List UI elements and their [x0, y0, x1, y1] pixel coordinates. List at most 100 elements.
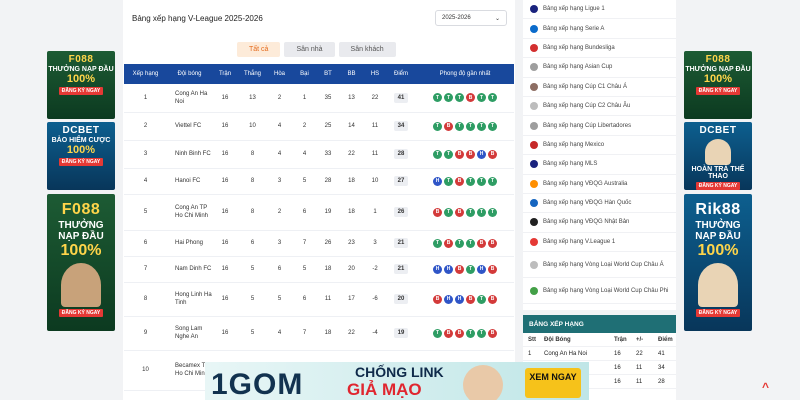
league-link[interactable]: Bảng xếp hạng Asian Cup: [523, 58, 676, 78]
team-cell[interactable]: Hai Phong: [167, 230, 212, 257]
league-link[interactable]: Bảng xếp hạng V.League 1: [523, 233, 676, 253]
form-result-badge: T: [433, 238, 442, 248]
form-result-badge: T: [477, 207, 486, 217]
season-select-value: 2025-2026: [442, 15, 471, 21]
left-ad-1[interactable]: F088 THƯỞNG NẠP ĐẦU 100% ĐĂNG KÝ NGAY: [47, 51, 115, 119]
mini-standings-title: BẢNG XẾP HẠNG: [523, 315, 676, 333]
table-row[interactable]: 4 Hanoi FC 16 8 3 5 28 18 10 27 H T B T T T: [124, 168, 514, 195]
mini-cell-gd: 11: [636, 364, 643, 371]
standings-table: Xếp hạng Đội bóng Trận Thắng Hòa Bại BT …: [124, 64, 514, 391]
form-result-badge: H: [433, 264, 442, 274]
gf-cell: 33: [317, 140, 339, 169]
table-row[interactable]: 6 Hai Phong 16 6 3 7 26 23 3 21 T B T T B B: [124, 230, 514, 257]
team-cell[interactable]: Song Lam Nghe An: [167, 316, 212, 351]
table-row[interactable]: 9 Song Lam Nghe An 16 5 4 7 18 22 -4 19 T B B T T B: [124, 316, 514, 351]
ad-percent: 100%: [703, 73, 733, 85]
form-result-badge: B: [444, 238, 453, 248]
form-result-badge: B: [433, 207, 442, 217]
ad-cta[interactable]: ĐĂNG KÝ NGAY: [695, 182, 741, 190]
league-link-label: Bảng xếp hạng VĐQG Hàn Quốc: [543, 200, 632, 207]
table-row[interactable]: 1 Cong An Ha Noi 16 13 2 1 35 13 22 41 T T T B T T: [124, 84, 514, 113]
league-link[interactable]: Bảng xếp hạng VĐQG Nhật Bản: [523, 213, 676, 233]
form-result-badge: B: [488, 238, 497, 248]
ad-cta[interactable]: ĐĂNG KÝ NGAY: [58, 87, 104, 95]
mini-table-row[interactable]: 1 Cong An Ha Noi 16 22 41: [523, 347, 676, 361]
league-link[interactable]: Bảng xếp hạng VĐQG Hàn Quốc: [523, 194, 676, 214]
league-logo-icon: [530, 160, 538, 169]
mini-col-gd: +/-: [636, 336, 644, 343]
left-ad-2[interactable]: DCBET BẢO HIỂM CƯỢC 100% ĐĂNG KÝ NGAY: [47, 122, 115, 190]
played-cell: 16: [212, 84, 238, 113]
tab-all[interactable]: Tất cả: [237, 42, 281, 57]
table-row[interactable]: 5 Cong An TP Ho Chi Minh 16 8 2 6 19 18 1 26 B T B T T…: [124, 194, 514, 231]
form-result-badge: T: [455, 93, 464, 103]
team-cell[interactable]: Ninh Binh FC: [167, 140, 212, 169]
league-link[interactable]: Bảng xếp hạng VĐQG Australia: [523, 175, 676, 194]
ad-percent: 100%: [66, 73, 96, 85]
league-logo-icon: [530, 82, 538, 91]
table-row[interactable]: 7 Nam Dinh FC 16 5 6 5 18 20 -2 21 H H B T H B: [124, 256, 514, 283]
team-cell[interactable]: Cong An Ha Noi: [167, 84, 212, 113]
banner-line1: CHỐNG LINK: [355, 364, 444, 380]
league-link[interactable]: Bảng xếp hạng Cúp C2 Châu Âu: [523, 97, 676, 117]
season-select[interactable]: 2025-2026 ⌄: [435, 10, 507, 26]
banner-cta-button[interactable]: XEM NGAY: [525, 368, 581, 398]
league-link[interactable]: Bảng xếp hạng Serie A: [523, 19, 676, 39]
table-row[interactable]: 2 Viettel FC 16 10 4 2 25 14 11 34 T B T T T T: [124, 112, 514, 141]
gf-cell: 18: [317, 316, 339, 351]
won-cell: 8: [238, 194, 267, 231]
team-cell[interactable]: Cong An TP Ho Chi Minh: [167, 194, 212, 231]
played-cell: 16: [212, 256, 238, 283]
tab-home[interactable]: Sân nhà: [284, 42, 335, 57]
league-link[interactable]: Bảng xếp hạng Vòng Loại World Cup Châu P…: [523, 278, 676, 305]
mini-header-row: Stt Đội Bóng Trận +/- Điểm: [523, 333, 676, 347]
league-link[interactable]: Bảng xếp hạng Cúp C1 Châu Á: [523, 78, 676, 97]
form-result-badge: B: [488, 294, 497, 304]
form-badges: TTBBHB: [416, 149, 514, 159]
gd-cell: -6: [364, 282, 386, 317]
points-badge: 28: [393, 149, 409, 159]
team-cell[interactable]: Nam Dinh FC: [167, 256, 212, 283]
league-link[interactable]: Bảng xếp hạng MLS: [523, 155, 676, 175]
right-ad-3[interactable]: Rik88 THƯỞNG NẠP ĐẦU 100% ĐĂNG KÝ NGAY: [684, 194, 752, 331]
team-cell[interactable]: Viettel FC: [167, 112, 212, 141]
table-row[interactable]: 8 Hong Linh Ha Tinh 16 5 5 6 11 17 -6 20 B H H B T B: [124, 282, 514, 317]
league-link[interactable]: Bảng xếp hạng Bundesliga: [523, 39, 676, 59]
league-link-label: Bảng xếp hạng VĐQG Australia: [543, 180, 628, 187]
form-badges: BTBTTT: [416, 207, 514, 217]
promo-banner[interactable]: 1GOM CHỐNG LINK GIẢ MẠO XEM NGAY: [205, 362, 589, 400]
league-link[interactable]: Bảng xếp hạng Mexico: [523, 136, 676, 156]
team-cell[interactable]: Hanoi FC: [167, 168, 212, 195]
played-cell: 16: [212, 282, 238, 317]
table-row[interactable]: 3 Ninh Binh FC 16 8 4 4 33 22 11 28 T T B B H B: [124, 140, 514, 169]
ad-cta[interactable]: ĐĂNG KÝ NGAY: [58, 309, 104, 317]
right-ad-1[interactable]: F088 THƯỞNG NẠP ĐẦU 100% ĐĂNG KÝ NGAY: [684, 51, 752, 119]
league-link[interactable]: Bảng xếp hạng Cúp Libertadores: [523, 116, 676, 136]
league-link[interactable]: Bảng xếp hạng Ligue 1: [523, 0, 676, 20]
league-link[interactable]: Bảng xếp hạng Vòng Loại World Cup Châu Á: [523, 252, 676, 279]
ga-cell: 13: [339, 84, 364, 113]
rank-cell: 2: [124, 112, 167, 141]
points-cell: 34: [386, 112, 416, 141]
league-list: Bảng xếp hạng Ligue 1 Bảng xếp hạng Serie…: [523, 0, 676, 310]
form-result-badge: T: [477, 294, 486, 304]
league-link-label: Bảng xếp hạng V.League 1: [543, 238, 616, 245]
gf-cell: 25: [317, 112, 339, 141]
form-result-badge: B: [488, 264, 497, 274]
form-badges: TBBTTB: [416, 328, 514, 338]
ad-text: BẢO HIỂM CƯỢC: [51, 137, 111, 144]
gd-cell: 3: [364, 230, 386, 257]
right-ad-2[interactable]: DCBET HOÀN TRẢ THỂ THAO ĐĂNG KÝ NGAY: [684, 122, 752, 190]
ad-person-image: [705, 139, 731, 165]
league-logo-icon: [530, 260, 538, 269]
ad-cta[interactable]: ĐĂNG KÝ NGAY: [695, 309, 741, 317]
rank-cell: 10: [124, 350, 167, 391]
ad-cta[interactable]: ĐĂNG KÝ NGAY: [58, 158, 104, 166]
ad-cta[interactable]: ĐĂNG KÝ NGAY: [695, 87, 741, 95]
left-ad-3[interactable]: F088 THƯỞNG NẠP ĐẦU 100% ĐĂNG KÝ NGAY: [47, 194, 115, 331]
form-result-badge: T: [466, 328, 475, 338]
scroll-top-icon[interactable]: ^: [762, 380, 769, 394]
tab-away[interactable]: Sân khách: [338, 42, 396, 57]
points-cell: 27: [386, 168, 416, 195]
team-cell[interactable]: Hong Linh Ha Tinh: [167, 282, 212, 317]
